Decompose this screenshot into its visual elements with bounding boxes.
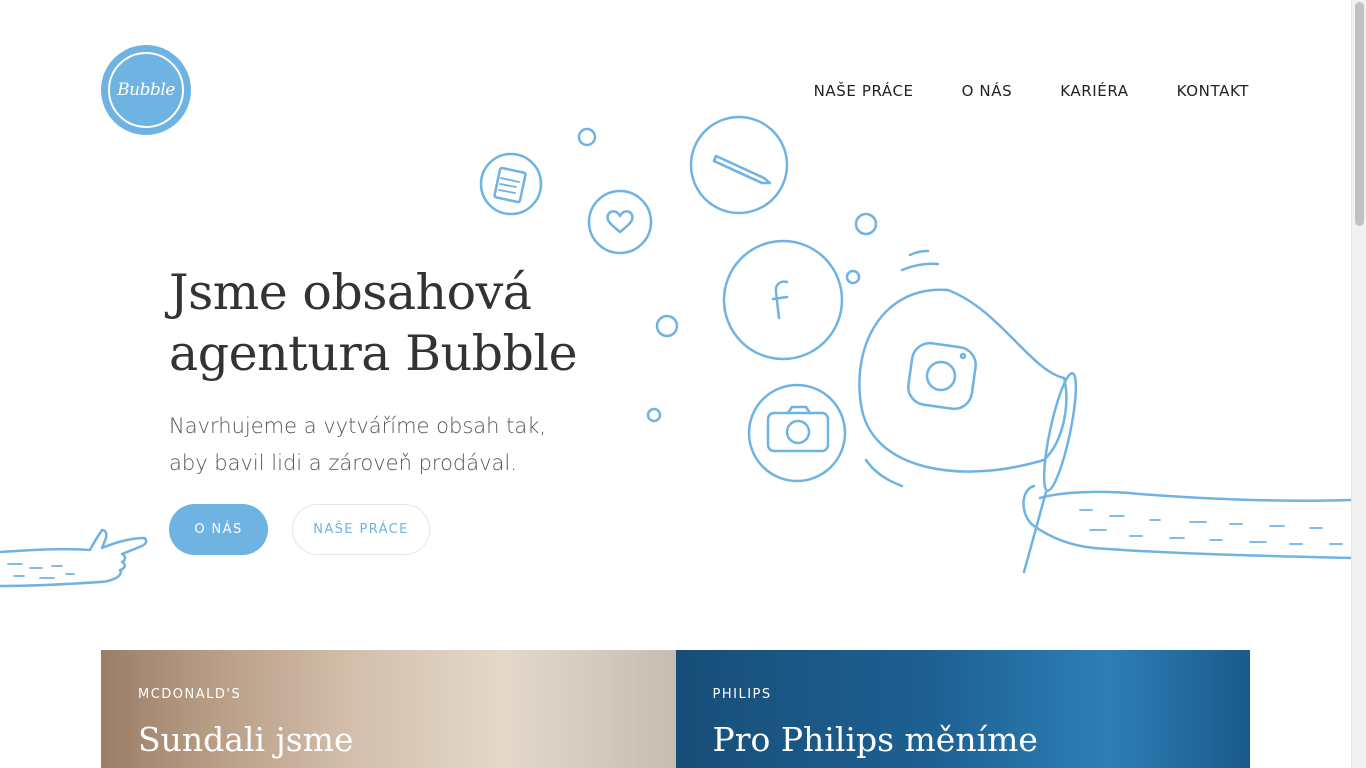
nav-item-nase-prace[interactable]: NAŠE PRÁCE (814, 82, 914, 100)
hero-title: Jsme obsahová agentura Bubble (169, 264, 578, 382)
scrollbar-thumb[interactable] (1355, 2, 1364, 226)
nav-item-o-nas[interactable]: O NÁS (962, 82, 1013, 100)
card-kicker: PHILIPS (712, 687, 772, 702)
card-title: Sundali jsme (138, 720, 354, 759)
our-work-button[interactable]: NAŠE PRÁCE (292, 504, 430, 555)
bubble-dot (646, 407, 662, 423)
case-card-philips[interactable]: PHILIPS Pro Philips měníme (675, 650, 1250, 768)
hero-subtitle: Navrhujeme a vytváříme obsah tak, aby ba… (169, 414, 547, 475)
case-card-mcdonalds[interactable]: MCDONALD'S Sundali jsme (101, 650, 676, 768)
pencil-icon (689, 115, 789, 215)
bubble-wand (1022, 372, 1352, 574)
bubble-dot (655, 314, 679, 338)
bubble-dot (577, 127, 597, 147)
case-study-cards: MCDONALD'S Sundali jsme PHILIPS Pro Phil… (101, 650, 1250, 768)
pointing-hand (0, 528, 148, 588)
about-button[interactable]: O NÁS (169, 504, 268, 555)
heart-icon (587, 189, 653, 255)
bubble-dot (845, 269, 861, 285)
notepad-icon (479, 152, 543, 216)
page-scrollbar[interactable] (1351, 0, 1366, 768)
nav-item-kariera[interactable]: KARIÉRA (1060, 82, 1128, 100)
card-title: Pro Philips měníme (712, 720, 1038, 759)
facebook-icon (722, 239, 844, 361)
main-nav: NAŠE PRÁCE O NÁS KARIÉRA KONTAKT (814, 82, 1249, 100)
camera-icon (747, 383, 847, 483)
nav-item-kontakt[interactable]: KONTAKT (1177, 82, 1249, 100)
card-kicker: MCDONALD'S (138, 687, 242, 702)
instagram-icon (858, 249, 1068, 488)
bubble-dot (854, 212, 878, 236)
